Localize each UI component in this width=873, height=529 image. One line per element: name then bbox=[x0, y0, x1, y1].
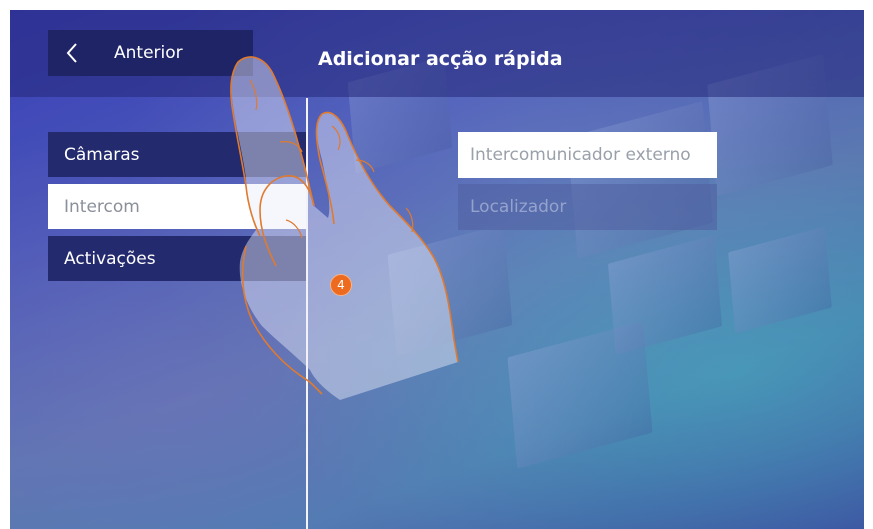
menu-item-label: Câmaras bbox=[64, 144, 140, 165]
menu-item-label: Intercom bbox=[64, 196, 140, 217]
touchscreen: Anterior Adicionar acção rápida Câmaras … bbox=[10, 10, 864, 529]
menu-item-cameras[interactable]: Câmaras bbox=[48, 132, 307, 177]
back-button-label: Anterior bbox=[114, 43, 183, 63]
chevron-left-icon bbox=[66, 43, 77, 63]
option-label: Localizador bbox=[470, 197, 567, 217]
column-divider bbox=[306, 98, 308, 529]
step-badge: 4 bbox=[330, 274, 352, 296]
option-locator: Localizador bbox=[458, 184, 717, 230]
background-cube bbox=[728, 226, 832, 334]
option-external-intercom[interactable]: Intercomunicador externo bbox=[458, 132, 717, 178]
page-title: Adicionar acção rápida bbox=[318, 48, 563, 70]
background-cube bbox=[567, 101, 713, 259]
menu-item-intercom[interactable]: Intercom bbox=[48, 184, 307, 229]
option-label: Intercomunicador externo bbox=[470, 145, 691, 165]
menu-item-activations[interactable]: Activações bbox=[48, 236, 307, 281]
menu-item-label: Activações bbox=[64, 248, 156, 269]
background-cube bbox=[507, 321, 653, 469]
background-cube bbox=[387, 223, 513, 357]
back-button[interactable]: Anterior bbox=[48, 30, 253, 76]
